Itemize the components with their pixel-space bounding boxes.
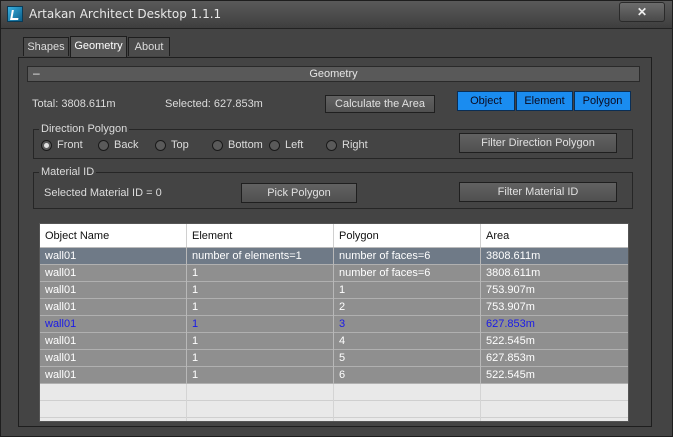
table-cell: 4 — [334, 333, 481, 350]
table-row[interactable]: wall01 1 3 627.853m — [40, 316, 628, 333]
table-cell: 1 — [334, 282, 481, 299]
calculate-area-button[interactable]: Calculate the Area — [325, 95, 435, 113]
table-cell: wall01 — [40, 299, 187, 316]
table-cell: 753.907m — [486, 284, 535, 296]
object-mode-button[interactable]: Object — [457, 91, 515, 111]
table-cell: 1 — [187, 282, 334, 299]
table-cell: 627.853m — [486, 318, 535, 330]
empty-table-row — [40, 384, 628, 401]
empty-table-cell — [187, 418, 334, 421]
empty-table-cell — [481, 384, 628, 401]
table-cell: wall01 — [40, 316, 187, 333]
direction-polygon-label: Direction Polygon — [39, 123, 130, 135]
table-cell: wall01 — [40, 265, 187, 282]
table-cell: 3808.611m — [486, 267, 541, 279]
radio-back-label: Back — [114, 139, 139, 151]
filter-material-id-button[interactable]: Filter Material ID — [459, 182, 617, 202]
radio-left[interactable] — [269, 140, 280, 151]
table-cell: 6 — [334, 367, 481, 384]
table-cell: 753.907m — [486, 301, 535, 313]
empty-table-row — [40, 401, 628, 418]
empty-table-cell — [481, 401, 628, 418]
table-cell: 1 — [187, 265, 334, 282]
radio-right-label: Right — [342, 139, 368, 151]
column-header-polygon[interactable]: Polygon — [334, 224, 481, 247]
empty-table-cell — [40, 418, 187, 421]
empty-table-cell — [187, 401, 334, 418]
radio-front-label: Front — [57, 139, 83, 151]
table-cell: 522.545m — [486, 369, 535, 381]
table-cell: wall01 — [40, 350, 187, 367]
filter-direction-polygon-button[interactable]: Filter Direction Polygon — [459, 133, 617, 153]
total-length-text: Total: 3808.611m — [32, 98, 116, 110]
table-cell: wall01 — [40, 282, 187, 299]
radio-right[interactable] — [326, 140, 337, 151]
column-header-element[interactable]: Element — [187, 224, 334, 247]
table-cell: 1 — [187, 316, 334, 333]
tab-shapes[interactable]: Shapes — [23, 37, 69, 56]
window-title: Artakan Architect Desktop 1.1.1 — [29, 7, 222, 21]
empty-table-cell — [40, 384, 187, 401]
empty-table-cell — [481, 418, 628, 421]
empty-table-cell — [187, 384, 334, 401]
pick-polygon-button[interactable]: Pick Polygon — [241, 183, 357, 203]
table-row[interactable]: wall01 1 5 627.853m — [40, 350, 628, 367]
column-header-object-name[interactable]: Object Name — [40, 224, 187, 247]
table-row[interactable]: wall01 1 number of faces=6 3808.611m — [40, 265, 628, 282]
empty-table-row — [40, 418, 628, 421]
empty-table-cell — [334, 384, 481, 401]
radio-bottom-label: Bottom — [228, 139, 263, 151]
results-table: Object Name Element Polygon Area wall01 n… — [39, 223, 629, 422]
table-cell: number of elements=1 — [187, 248, 334, 265]
rollout-title: Geometry — [309, 68, 358, 80]
column-header-area[interactable]: Area — [481, 224, 628, 247]
table-cell: 1 — [187, 350, 334, 367]
table-row[interactable]: wall01 1 1 753.907m — [40, 282, 628, 299]
table-cell: 522.545m — [486, 335, 535, 347]
radio-top-label: Top — [171, 139, 189, 151]
table-cell: 2 — [334, 299, 481, 316]
radio-bottom[interactable] — [212, 140, 223, 151]
table-row[interactable]: wall01 number of elements=1 number of face… — [40, 248, 628, 265]
table-cell: number of faces=6 — [334, 248, 481, 265]
app-logo-icon — [7, 6, 23, 22]
table-cell: 1 — [187, 367, 334, 384]
radio-left-label: Left — [285, 139, 304, 151]
tab-geometry[interactable]: Geometry — [70, 36, 127, 57]
table-row[interactable]: wall01 1 2 753.907m — [40, 299, 628, 316]
table-cell: 3808.611m — [486, 250, 541, 262]
element-mode-button[interactable]: Element — [516, 91, 573, 111]
geometry-rollout-header[interactable]: – Geometry — [27, 66, 640, 82]
selected-length-text: Selected: 627.853m — [165, 98, 263, 110]
tab-about[interactable]: About — [128, 37, 170, 56]
table-header: Object Name Element Polygon Area — [40, 224, 628, 248]
material-id-label: Material ID — [39, 166, 97, 178]
table-cell: number of faces=6 — [334, 265, 481, 282]
table-cell: wall01 — [40, 248, 187, 265]
polygon-mode-button[interactable]: Polygon — [574, 91, 631, 111]
table-row[interactable]: wall01 1 6 522.545m — [40, 367, 628, 384]
table-cell: 1 — [187, 333, 334, 350]
radio-top[interactable] — [155, 140, 166, 151]
empty-table-cell — [334, 401, 481, 418]
radio-back[interactable] — [98, 140, 109, 151]
table-row[interactable]: wall01 1 4 522.545m — [40, 333, 628, 350]
table-cell: wall01 — [40, 333, 187, 350]
table-cell: wall01 — [40, 367, 187, 384]
table-cell: 1 — [187, 299, 334, 316]
close-button[interactable]: ✕ — [619, 2, 665, 22]
empty-table-cell — [334, 418, 481, 421]
table-cell: 3 — [334, 316, 481, 333]
radio-front[interactable] — [41, 140, 52, 151]
table-cell: 627.853m — [486, 352, 535, 364]
table-cell: 5 — [334, 350, 481, 367]
empty-table-cell — [40, 401, 187, 418]
main-window: Artakan Architect Desktop 1.1.1 ✕ Shapes… — [0, 0, 673, 437]
title-bar[interactable]: Artakan Architect Desktop 1.1.1 ✕ — [1, 1, 672, 29]
selected-material-id-text: Selected Material ID = 0 — [44, 187, 162, 199]
